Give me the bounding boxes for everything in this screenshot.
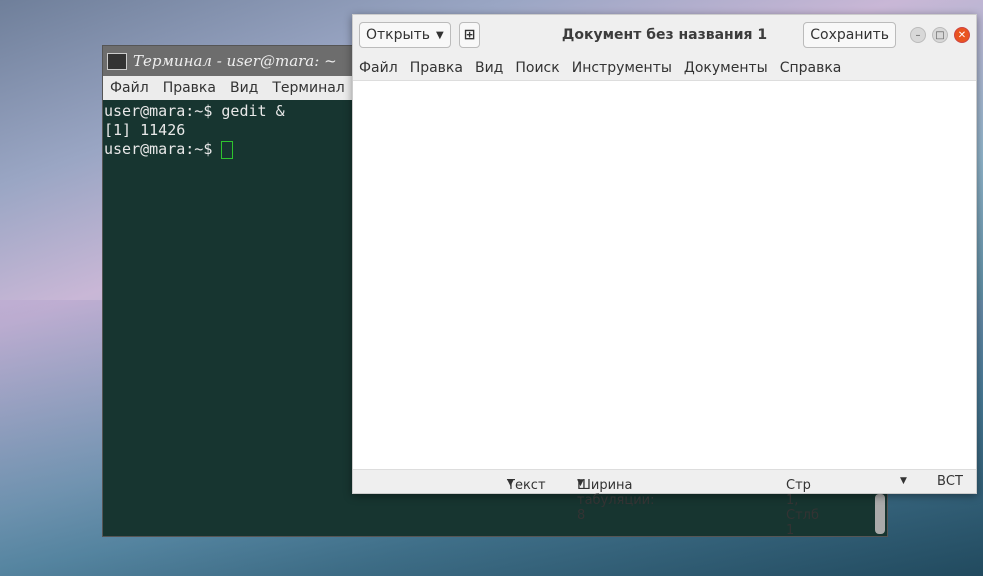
gedit-headerbar[interactable]: Открыть ▼ ⊞ Документ без названия 1 Сохра… xyxy=(353,15,976,55)
gedit-menubar: Файл Правка Вид Поиск Инструменты Докуме… xyxy=(353,55,976,81)
insert-mode[interactable]: ВСТ xyxy=(937,474,963,489)
chevron-down-icon: ▼ xyxy=(577,478,584,488)
position-label: Стр 1, Стлб 1 xyxy=(786,478,819,538)
menu-documents[interactable]: Документы xyxy=(678,60,774,76)
chevron-down-icon: ▼ xyxy=(507,478,514,488)
open-label: Открыть xyxy=(366,27,430,43)
chevron-down-icon[interactable]: ▼ xyxy=(900,476,907,486)
gedit-statusbar: Текст ▼ Ширина табуляции: 8 ▼ Стр 1, Стл… xyxy=(353,469,976,538)
minimize-icon[interactable]: – xyxy=(910,27,926,43)
terminal-menu-edit[interactable]: Правка xyxy=(156,80,223,96)
menu-search[interactable]: Поиск xyxy=(509,60,565,76)
maximize-icon[interactable]: □ xyxy=(932,27,948,43)
terminal-menu-file[interactable]: Файл xyxy=(103,80,156,96)
gedit-window[interactable]: Открыть ▼ ⊞ Документ без названия 1 Сохра… xyxy=(352,14,977,538)
save-label: Сохранить xyxy=(810,27,889,43)
terminal-icon xyxy=(107,52,127,70)
terminal-cursor xyxy=(221,140,234,159)
new-tab-button[interactable]: ⊞ xyxy=(458,22,481,48)
chevron-down-icon: ▼ xyxy=(435,29,444,41)
save-button[interactable]: Сохранить xyxy=(803,22,896,48)
open-button[interactable]: Открыть ▼ xyxy=(359,22,451,48)
menu-file[interactable]: Файл xyxy=(353,60,404,76)
text-editor-area[interactable] xyxy=(353,81,976,469)
terminal-title: Терминал - user@mara: ~ xyxy=(133,52,337,70)
new-document-icon: ⊞ xyxy=(463,27,476,43)
terminal-menu-view[interactable]: Вид xyxy=(223,80,265,96)
menu-tools[interactable]: Инструменты xyxy=(566,60,678,76)
terminal-menu-terminal[interactable]: Терминал xyxy=(265,80,351,96)
menu-edit[interactable]: Правка xyxy=(404,60,469,76)
menu-view[interactable]: Вид xyxy=(469,60,509,76)
terminal-prompt: user@mara:~$ xyxy=(104,140,222,158)
close-icon[interactable]: ✕ xyxy=(954,27,970,43)
menu-help[interactable]: Справка xyxy=(774,60,848,76)
terminal-scrollbar[interactable] xyxy=(875,494,885,534)
tab-width-label: Ширина табуляции: 8 xyxy=(577,478,655,523)
